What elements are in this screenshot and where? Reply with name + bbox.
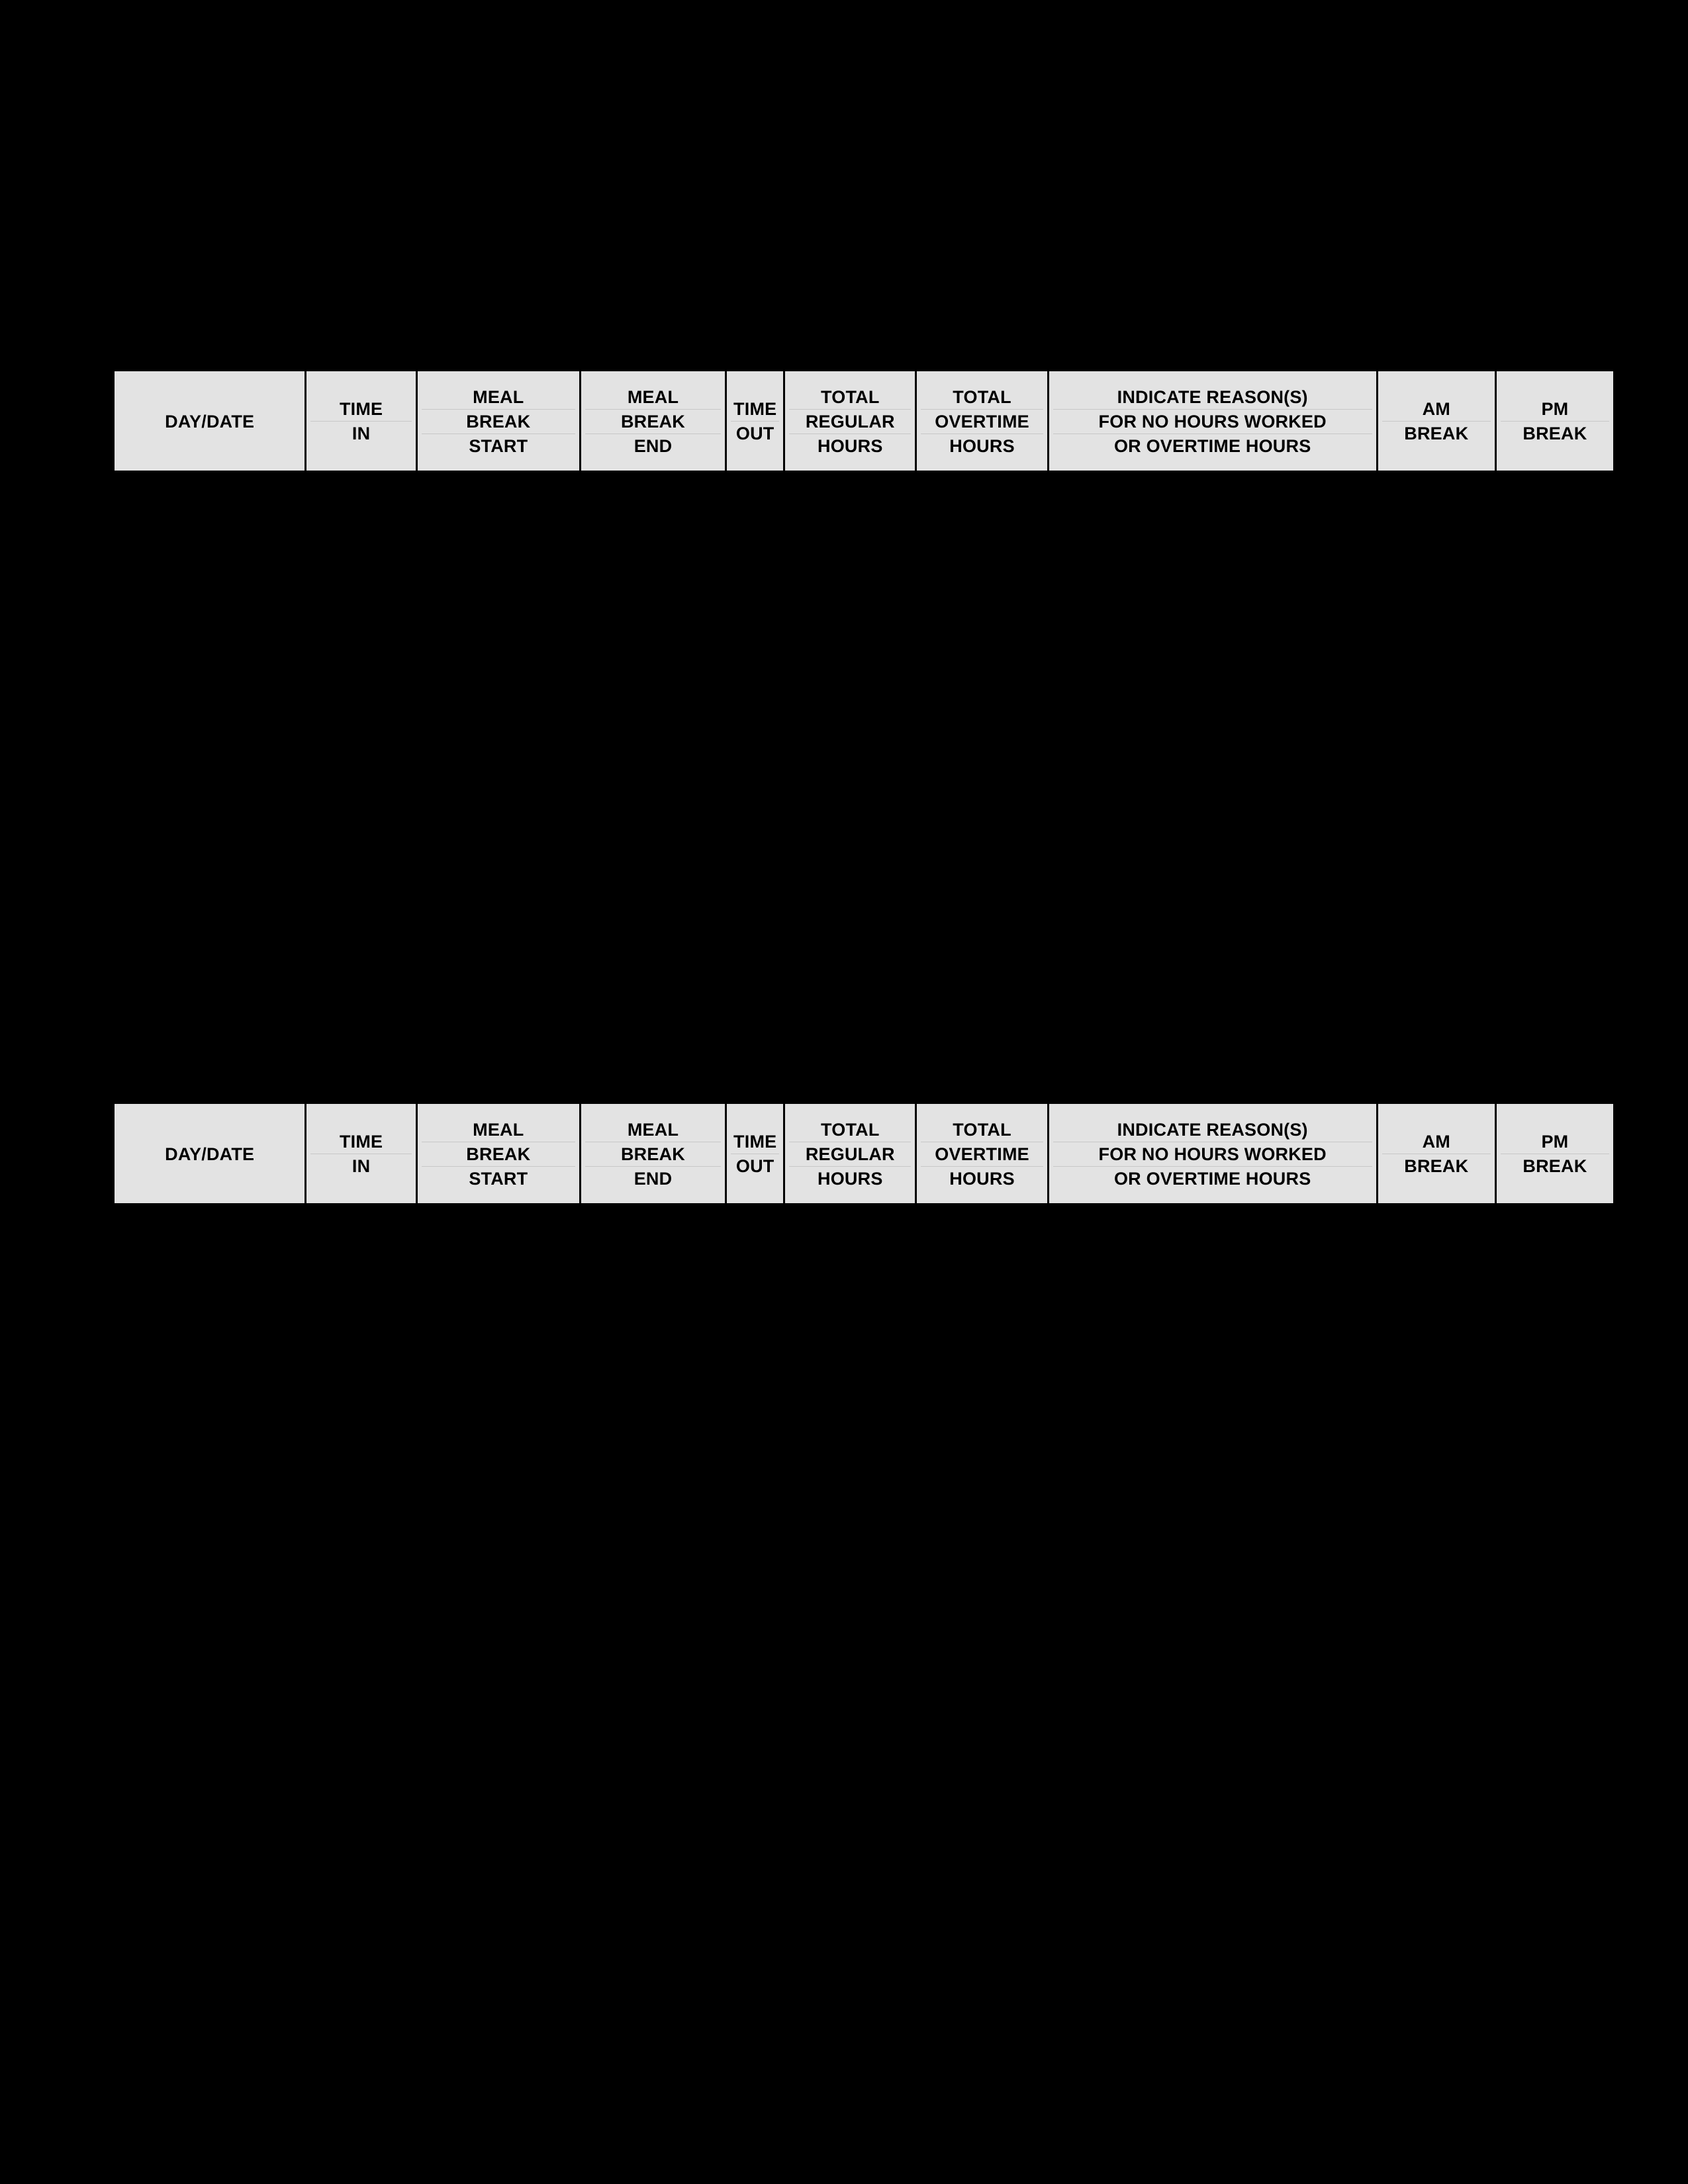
header-cell-meal-break-end[interactable]: MEAL BREAK END: [579, 370, 727, 472]
header-label-meal-break-start-line2: BREAK: [421, 1141, 575, 1166]
table-header-row: DAY/DATE TIME IN MEAL BREAK START MEAL B…: [113, 1103, 1615, 1205]
header-cell-total-overtime-hours[interactable]: TOTAL OVERTIME HOURS: [915, 1103, 1049, 1205]
header-label-meal-break-start-line2: BREAK: [421, 408, 575, 433]
header-label-total-overtime-hours-line2: OVERTIME: [921, 408, 1043, 433]
header-label-time-out-line2: OUT: [731, 1154, 780, 1178]
header-cell-am-break[interactable]: AM BREAK: [1376, 370, 1497, 472]
header-label-reason-line3: OR OVERTIME HOURS: [1053, 433, 1372, 458]
header-label-total-regular-hours-line2: REGULAR: [789, 408, 912, 433]
header-cell-time-in[interactable]: TIME IN: [305, 370, 418, 472]
header-label-meal-break-end-line3: END: [585, 433, 722, 458]
header-label-total-overtime-hours-line1: TOTAL: [953, 387, 1011, 407]
header-cell-reason[interactable]: INDICATE REASON(S) FOR NO HOURS WORKED O…: [1047, 370, 1378, 472]
header-label-total-regular-hours-line1: TOTAL: [821, 1119, 880, 1140]
header-label-total-regular-hours-line3: HOURS: [789, 1165, 912, 1191]
header-label-reason-line2: FOR NO HOURS WORKED: [1053, 408, 1372, 433]
header-label-total-overtime-hours-line3: HOURS: [921, 1165, 1043, 1191]
header-label-reason-line1: INDICATE REASON(S): [1117, 1119, 1308, 1140]
header-label-meal-break-end-line1: MEAL: [627, 1119, 679, 1140]
header-label-am-break-line2: BREAK: [1382, 421, 1491, 445]
header-cell-reason[interactable]: INDICATE REASON(S) FOR NO HOURS WORKED O…: [1047, 1103, 1378, 1205]
header-cell-meal-break-start[interactable]: MEAL BREAK START: [415, 370, 581, 472]
header-label-time-in-line2: IN: [310, 1154, 412, 1178]
header-label-pm-break-line2: BREAK: [1500, 421, 1609, 445]
header-label-meal-break-start-line3: START: [421, 433, 575, 458]
header-cell-meal-break-start[interactable]: MEAL BREAK START: [415, 1103, 581, 1205]
header-cell-time-out[interactable]: TIME OUT: [725, 370, 786, 472]
header-label-reason-line1: INDICATE REASON(S): [1117, 387, 1308, 407]
header-label-am-break-line1: AM: [1422, 399, 1450, 419]
page-canvas: DAY/DATE TIME IN MEAL BREAK START MEAL B…: [0, 0, 1688, 2184]
header-label-meal-break-start-line1: MEAL: [473, 1119, 524, 1140]
header-label-meal-break-start-line3: START: [421, 1165, 575, 1191]
header-label-total-regular-hours-line3: HOURS: [789, 433, 912, 458]
header-cell-total-regular-hours[interactable]: TOTAL REGULAR HOURS: [783, 370, 917, 472]
header-label-meal-break-end-line2: BREAK: [585, 1141, 722, 1166]
header-label-total-overtime-hours-line1: TOTAL: [953, 1119, 1011, 1140]
header-cell-day-date[interactable]: DAY/DATE: [113, 1103, 307, 1205]
timesheet-header-table-top: DAY/DATE TIME IN MEAL BREAK START MEAL B…: [113, 369, 1615, 473]
header-label-meal-break-end-line3: END: [585, 1165, 722, 1191]
header-cell-total-regular-hours[interactable]: TOTAL REGULAR HOURS: [783, 1103, 917, 1205]
header-label-time-out-line2: OUT: [731, 421, 780, 445]
header-label-meal-break-end-line1: MEAL: [627, 387, 679, 407]
header-cell-meal-break-end[interactable]: MEAL BREAK END: [579, 1103, 727, 1205]
header-cell-day-date[interactable]: DAY/DATE: [113, 370, 307, 472]
header-cell-am-break[interactable]: AM BREAK: [1376, 1103, 1497, 1205]
header-label-am-break-line2: BREAK: [1382, 1154, 1491, 1178]
header-label-meal-break-start-line1: MEAL: [473, 387, 524, 407]
header-label-day-date-line1: DAY/DATE: [165, 411, 255, 432]
header-label-time-in-line2: IN: [310, 421, 412, 445]
table-header-row: DAY/DATE TIME IN MEAL BREAK START MEAL B…: [113, 370, 1615, 472]
header-cell-pm-break[interactable]: PM BREAK: [1494, 370, 1615, 472]
header-label-pm-break-line1: PM: [1541, 399, 1569, 419]
header-cell-pm-break[interactable]: PM BREAK: [1494, 1103, 1615, 1205]
header-label-time-in-line1: TIME: [339, 399, 383, 419]
header-cell-time-out[interactable]: TIME OUT: [725, 1103, 786, 1205]
header-label-total-overtime-hours-line3: HOURS: [921, 433, 1043, 458]
header-label-time-out-line1: TIME: [733, 399, 777, 419]
header-label-reason-line3: OR OVERTIME HOURS: [1053, 1165, 1372, 1191]
header-cell-total-overtime-hours[interactable]: TOTAL OVERTIME HOURS: [915, 370, 1049, 472]
header-label-time-in-line1: TIME: [339, 1132, 383, 1152]
header-label-reason-line2: FOR NO HOURS WORKED: [1053, 1141, 1372, 1166]
timesheet-header-table-bottom: DAY/DATE TIME IN MEAL BREAK START MEAL B…: [113, 1102, 1615, 1205]
header-label-time-out-line1: TIME: [733, 1132, 777, 1152]
header-label-total-regular-hours-line2: REGULAR: [789, 1141, 912, 1166]
header-label-pm-break-line2: BREAK: [1500, 1154, 1609, 1178]
header-cell-time-in[interactable]: TIME IN: [305, 1103, 418, 1205]
header-label-am-break-line1: AM: [1422, 1132, 1450, 1152]
header-label-pm-break-line1: PM: [1541, 1132, 1569, 1152]
header-label-meal-break-end-line2: BREAK: [585, 408, 722, 433]
header-label-total-regular-hours-line1: TOTAL: [821, 387, 880, 407]
header-label-total-overtime-hours-line2: OVERTIME: [921, 1141, 1043, 1166]
header-label-day-date-line1: DAY/DATE: [165, 1144, 255, 1164]
